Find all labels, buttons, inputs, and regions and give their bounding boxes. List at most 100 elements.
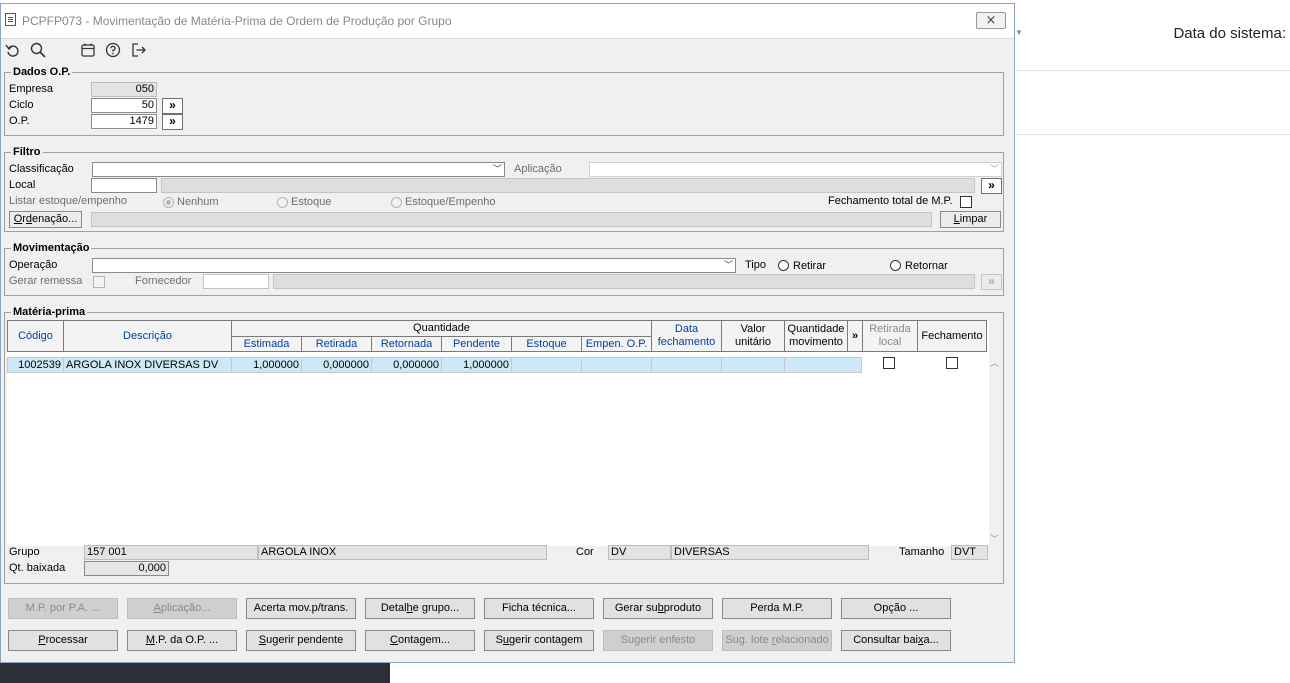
radio-estoque-label: Estoque xyxy=(291,196,332,208)
qt-baixada-label: Qt. baixada xyxy=(9,562,66,574)
opcao-button[interactable]: Opção ... xyxy=(841,598,951,619)
mp-por-pa-button[interactable]: M.P. por P.A. ... xyxy=(8,598,118,619)
cell-fechamento-checkbox[interactable] xyxy=(946,357,958,369)
limpar-button[interactable]: Limpar xyxy=(940,211,1001,228)
cell-estoque[interactable] xyxy=(511,357,582,373)
ordenacao-field xyxy=(91,212,932,227)
gerar-remessa-checkbox[interactable] xyxy=(93,276,105,288)
cell-retirada-local-checkbox[interactable] xyxy=(883,357,895,369)
undo-icon[interactable] xyxy=(4,42,22,60)
header-data-fechamento[interactable]: Data fechamento xyxy=(651,320,722,352)
document-icon xyxy=(5,13,16,26)
perda-mp-button[interactable]: Perda M.P. xyxy=(722,598,832,619)
header-more-columns-button[interactable]: » xyxy=(847,320,863,352)
grupo-description-field: ARGOLA INOX xyxy=(258,545,547,560)
search-icon[interactable] xyxy=(29,42,47,60)
cell-empen-op[interactable] xyxy=(581,357,652,373)
help-icon[interactable] xyxy=(104,42,122,60)
header-quantidade-movimento[interactable]: Quantidade movimento xyxy=(784,320,848,352)
cell-estimada[interactable]: 1,000000 xyxy=(231,357,302,373)
scroll-down-icon[interactable]: ﹀ xyxy=(990,532,999,545)
radio-retirar[interactable] xyxy=(778,260,789,271)
dialog-window: PCPFP073 - Movimentação de Matéria-Prima… xyxy=(0,3,1015,663)
header-descricao[interactable]: Descrição xyxy=(63,320,232,352)
header-empen-op[interactable]: Empen. O.P. xyxy=(581,336,652,352)
header-retirada-local[interactable]: Retirada local xyxy=(862,320,918,352)
title-bar[interactable]: PCPFP073 - Movimentação de Matéria-Prima… xyxy=(1,4,1014,39)
ciclo-lookup-button[interactable]: » xyxy=(162,98,183,114)
tamanho-label: Tamanho xyxy=(899,546,945,558)
cor-code-field: DV xyxy=(608,545,671,560)
radio-estoque-empenho[interactable] xyxy=(391,197,402,208)
materia-prima-grid[interactable]: Código Descrição Quantidade Estimada Ret… xyxy=(7,320,989,546)
header-pendente[interactable]: Pendente xyxy=(441,336,512,352)
radio-nenhum-label: Nenhum xyxy=(177,196,219,208)
aplicacao-button[interactable]: Aplicação... xyxy=(127,598,237,619)
ficha-tecnica-button[interactable]: Ficha técnica... xyxy=(484,598,594,619)
cell-descricao[interactable]: ARGOLA INOX DIVERSAS DV xyxy=(63,357,232,373)
header-estoque[interactable]: Estoque xyxy=(511,336,582,352)
cell-valor-unitario[interactable] xyxy=(721,357,785,373)
classificacao-combo[interactable]: ﹀ xyxy=(92,162,505,177)
sugerir-contagem-button[interactable]: Sugerir contagem xyxy=(484,630,594,651)
tipo-label: Tipo xyxy=(745,259,766,271)
mp-da-op-button[interactable]: M.P. da O.P. ... xyxy=(127,630,237,651)
close-button[interactable]: ⨯ xyxy=(976,12,1006,29)
cell-quantidade-movimento[interactable] xyxy=(784,357,862,373)
contagem-button[interactable]: Contagem... xyxy=(365,630,475,651)
aplicacao-combo[interactable]: ﹀ xyxy=(589,162,1002,177)
acerta-mov-button[interactable]: Acerta mov.p/trans. xyxy=(246,598,356,619)
dados-op-legend: Dados O.P. xyxy=(11,66,73,78)
cell-retirada[interactable]: 0,000000 xyxy=(301,357,372,373)
sugerir-enfesto-button[interactable]: Sugerir enfesto xyxy=(603,630,713,651)
detalhe-grupo-button[interactable]: Detalhe grupo... xyxy=(365,598,475,619)
fechamento-total-checkbox[interactable] xyxy=(960,196,972,208)
local-field[interactable] xyxy=(91,178,157,193)
sug-lote-relacionado-button[interactable]: Sug. lote relacionado xyxy=(722,630,832,651)
operacao-combo[interactable]: ﹀ xyxy=(92,258,736,273)
fornecedor-lookup-button[interactable]: » xyxy=(981,274,1002,290)
ciclo-field[interactable]: 50 xyxy=(91,98,157,113)
op-label: O.P. xyxy=(9,115,30,127)
header-codigo[interactable]: Código xyxy=(7,320,64,352)
header-valor-unitario[interactable]: Valor unitário xyxy=(721,320,785,352)
radio-retornar[interactable] xyxy=(890,260,901,271)
background-dropdown-arrow-icon: ▼ xyxy=(1015,28,1023,37)
calendar-icon[interactable] xyxy=(79,42,97,60)
header-retornada[interactable]: Retornada xyxy=(371,336,442,352)
tamanho-field: DVT xyxy=(951,545,988,560)
fornecedor-description-field xyxy=(273,274,975,289)
ordenacao-button[interactable]: Ordenação... xyxy=(9,211,82,228)
grid-vertical-scrollbar[interactable]: ︿ ﹀ xyxy=(989,354,1001,546)
fornecedor-field[interactable] xyxy=(203,274,269,289)
header-retirada[interactable]: Retirada xyxy=(301,336,372,352)
materia-prima-legend: Matéria-prima xyxy=(11,306,88,318)
radio-nenhum[interactable] xyxy=(163,197,174,208)
local-description-field xyxy=(161,178,975,193)
sugerir-pendente-button[interactable]: Sugerir pendente xyxy=(246,630,356,651)
filtro-group: Filtro Classificação ﹀ Aplicação ﹀ Local… xyxy=(4,146,1004,232)
cell-data-fechamento[interactable] xyxy=(651,357,722,373)
gerar-remessa-label: Gerar remessa xyxy=(9,275,83,287)
exit-icon[interactable] xyxy=(130,42,148,60)
op-field[interactable]: 1479 xyxy=(91,114,157,129)
local-label: Local xyxy=(9,179,36,191)
cor-description-field: DIVERSAS xyxy=(671,545,869,560)
cell-pendente[interactable]: 1,000000 xyxy=(441,357,512,373)
header-fechamento[interactable]: Fechamento xyxy=(917,320,987,352)
radio-estoque[interactable] xyxy=(277,197,288,208)
radio-estoque-empenho-label: Estoque/Empenho xyxy=(405,196,496,208)
header-quantidade: Quantidade xyxy=(231,320,652,337)
consultar-baixa-button[interactable]: Consultar baixa... xyxy=(841,630,951,651)
cell-codigo[interactable]: 1002539 xyxy=(7,357,64,373)
local-lookup-button[interactable]: » xyxy=(981,178,1002,194)
scroll-up-icon[interactable]: ︿ xyxy=(990,356,999,369)
cell-retornada[interactable]: 0,000000 xyxy=(371,357,442,373)
processar-button[interactable]: Processar xyxy=(8,630,118,651)
chevron-down-icon: ﹀ xyxy=(989,164,999,174)
op-lookup-button[interactable]: » xyxy=(162,114,183,130)
header-estimada[interactable]: Estimada xyxy=(231,336,302,352)
gerar-subproduto-button[interactable]: Gerar subproduto xyxy=(603,598,713,619)
radio-retirar-label: Retirar xyxy=(793,260,827,272)
background-app-area: Data do sistema: xyxy=(1016,0,1290,683)
